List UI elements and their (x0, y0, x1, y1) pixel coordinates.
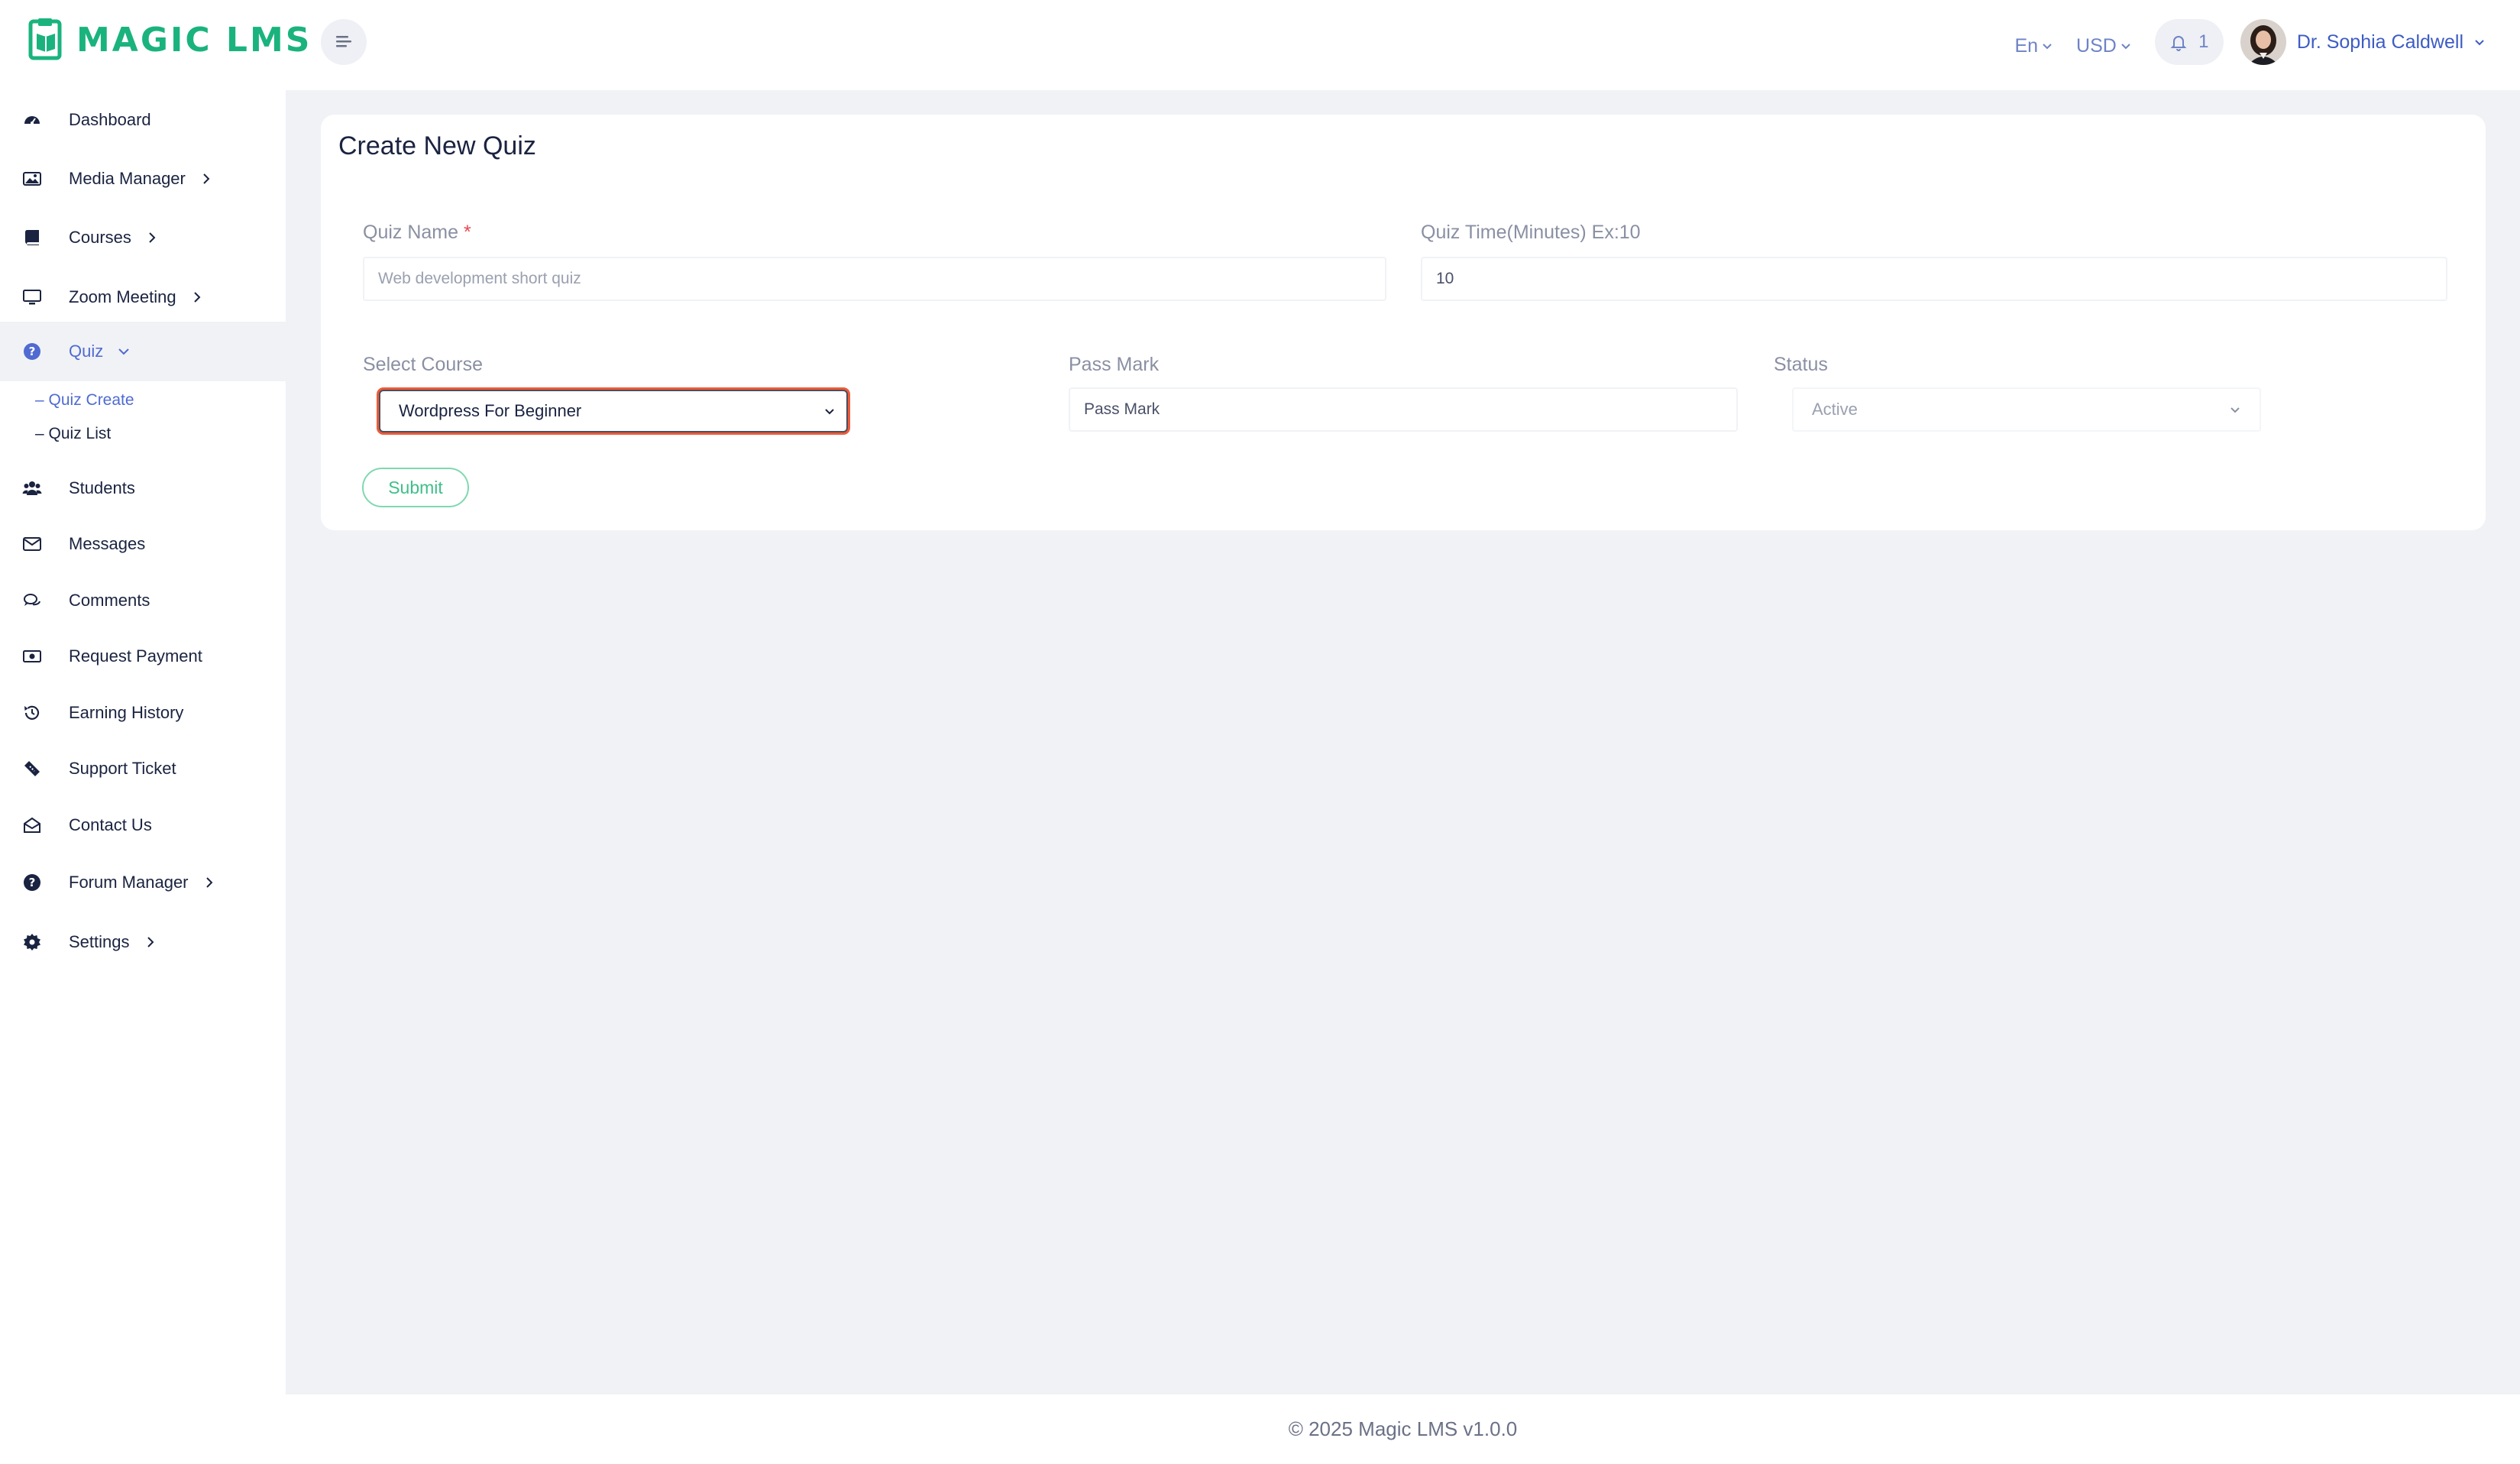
sidebar-item-label: Comments (69, 591, 150, 610)
quiz-time-value: 10 (1436, 270, 1454, 287)
book-icon (21, 227, 43, 248)
user-name: Dr. Sophia Caldwell (2296, 31, 2463, 53)
chevron-down-icon (2475, 40, 2484, 46)
status-select-value: Active (1812, 400, 1858, 419)
logo-book-icon (28, 18, 62, 60)
status-select[interactable]: Active (1792, 387, 2261, 432)
sidebar-item-messages[interactable]: Messages (0, 514, 286, 574)
sidebar-item-contact-us[interactable]: Contact Us (0, 795, 286, 855)
chevron-right-icon (203, 173, 210, 184)
quiz-time-label: Quiz Time(Minutes) Ex:10 (1421, 222, 1641, 243)
required-mark: * (464, 222, 471, 243)
monitor-icon (21, 287, 43, 308)
user-avatar-image (2240, 19, 2286, 65)
sidebar-subitem-quiz-create[interactable]: – Quiz Create (35, 391, 134, 410)
sidebar-item-earning-history[interactable]: Earning History (0, 683, 286, 743)
pass-mark-input[interactable]: Pass Mark (1069, 387, 1738, 432)
chevron-down-icon (2043, 44, 2052, 50)
sidebar-item-request-payment[interactable]: Request Payment (0, 627, 286, 686)
chevron-right-icon (205, 877, 212, 888)
quiz-name-input[interactable]: Web development short quiz (363, 257, 1386, 301)
status-label: Status (1774, 354, 1828, 375)
money-bill-icon (21, 646, 43, 667)
currency-label: USD (2076, 34, 2117, 57)
top-header: MAGIC LMS En USD 1 Dr. Sophia Caldwell (0, 0, 2520, 90)
sidebar-item-label: Earning History (69, 703, 184, 722)
sidebar-item-label: Courses (69, 228, 131, 247)
sidebar-item-label: Request Payment (69, 646, 202, 666)
sidebar-item-quiz[interactable]: ? Quiz (0, 322, 286, 381)
pass-mark-label: Pass Mark (1069, 354, 1160, 375)
svg-text:?: ? (29, 876, 36, 889)
pass-mark-placeholder: Pass Mark (1084, 400, 1160, 418)
brand-name: MAGIC LMS (76, 20, 312, 60)
footer: © 2025 Magic LMS v1.0.0 (286, 1394, 2520, 1464)
question-circle-icon: ? (21, 872, 43, 893)
sidebar-item-label: Zoom Meeting (69, 287, 176, 306)
sidebar-toggle-button[interactable] (321, 19, 367, 65)
sidebar-item-label: Students (69, 478, 135, 497)
course-select-value: Wordpress For Beginner (399, 401, 582, 420)
language-label: En (2014, 34, 2039, 57)
chevron-down-icon (118, 348, 129, 355)
page-title: Create New Quiz (338, 131, 536, 160)
notifications-button[interactable]: 1 (2154, 19, 2224, 65)
history-icon (21, 702, 43, 724)
footer-copyright: © 2025 Magic LMS v1.0.0 (1288, 1417, 1518, 1440)
gear-icon (21, 931, 43, 953)
chevron-down-icon (2121, 44, 2130, 50)
language-dropdown[interactable]: En (2014, 35, 2053, 57)
chevron-down-icon (825, 409, 834, 415)
image-icon (21, 168, 43, 189)
comments-icon (21, 590, 43, 611)
quiz-name-label-text: Quiz Name (363, 222, 459, 243)
sidebar: Dashboard Media Manager Courses Zoom Mee… (0, 90, 286, 1464)
sidebar-item-dashboard[interactable]: Dashboard (0, 90, 286, 150)
chevron-down-icon (2230, 407, 2240, 413)
menu-lines-icon (336, 36, 351, 47)
sidebar-item-label: Media Manager (69, 169, 186, 188)
submit-button[interactable]: Submit (362, 468, 469, 507)
sidebar-item-label: Forum Manager (69, 873, 189, 892)
sidebar-item-courses[interactable]: Courses (0, 208, 286, 267)
quiz-time-input[interactable]: 10 (1421, 257, 2447, 301)
sidebar-item-media-manager[interactable]: Media Manager (0, 149, 286, 209)
create-quiz-card: Create New Quiz Quiz Name * Web developm… (321, 115, 2486, 530)
sidebar-item-label: Quiz (69, 342, 104, 361)
sidebar-item-students[interactable]: Students (0, 458, 286, 518)
sidebar-item-zoom-meeting[interactable]: Zoom Meeting (0, 267, 286, 327)
sidebar-item-comments[interactable]: Comments (0, 571, 286, 630)
sidebar-item-label: Settings (69, 932, 130, 951)
user-menu[interactable]: Dr. Sophia Caldwell (2297, 31, 2486, 53)
sidebar-item-label: Support Ticket (69, 759, 176, 778)
users-icon (21, 478, 43, 499)
sidebar-item-label: Contact Us (69, 815, 152, 834)
question-circle-icon: ? (21, 341, 43, 362)
dashboard-icon (21, 109, 43, 131)
sidebar-subitem-quiz-list[interactable]: – Quiz List (35, 425, 111, 443)
ticket-icon (21, 758, 43, 779)
quiz-name-label: Quiz Name * (363, 222, 471, 244)
brand-logo[interactable]: MAGIC LMS (27, 17, 312, 63)
sidebar-item-label: Dashboard (69, 110, 151, 129)
envelope-icon (21, 533, 43, 555)
quiz-name-placeholder: Web development short quiz (378, 270, 581, 287)
chevron-right-icon (149, 232, 156, 243)
course-select[interactable]: Wordpress For Beginner (379, 390, 848, 432)
svg-text:?: ? (29, 345, 36, 358)
sidebar-item-support-ticket[interactable]: Support Ticket (0, 739, 286, 798)
envelope-open-icon (21, 815, 43, 836)
select-course-label: Select Course (363, 354, 484, 375)
bell-icon (2170, 36, 2187, 51)
sidebar-item-settings[interactable]: Settings (0, 912, 286, 972)
chevron-right-icon (193, 292, 201, 303)
sidebar-item-forum-manager[interactable]: ? Forum Manager (0, 853, 286, 912)
avatar[interactable] (2240, 19, 2286, 65)
sidebar-item-label: Messages (69, 534, 146, 553)
chevron-right-icon (147, 937, 154, 947)
notification-count: 1 (2198, 31, 2209, 52)
currency-dropdown[interactable]: USD (2076, 35, 2132, 57)
